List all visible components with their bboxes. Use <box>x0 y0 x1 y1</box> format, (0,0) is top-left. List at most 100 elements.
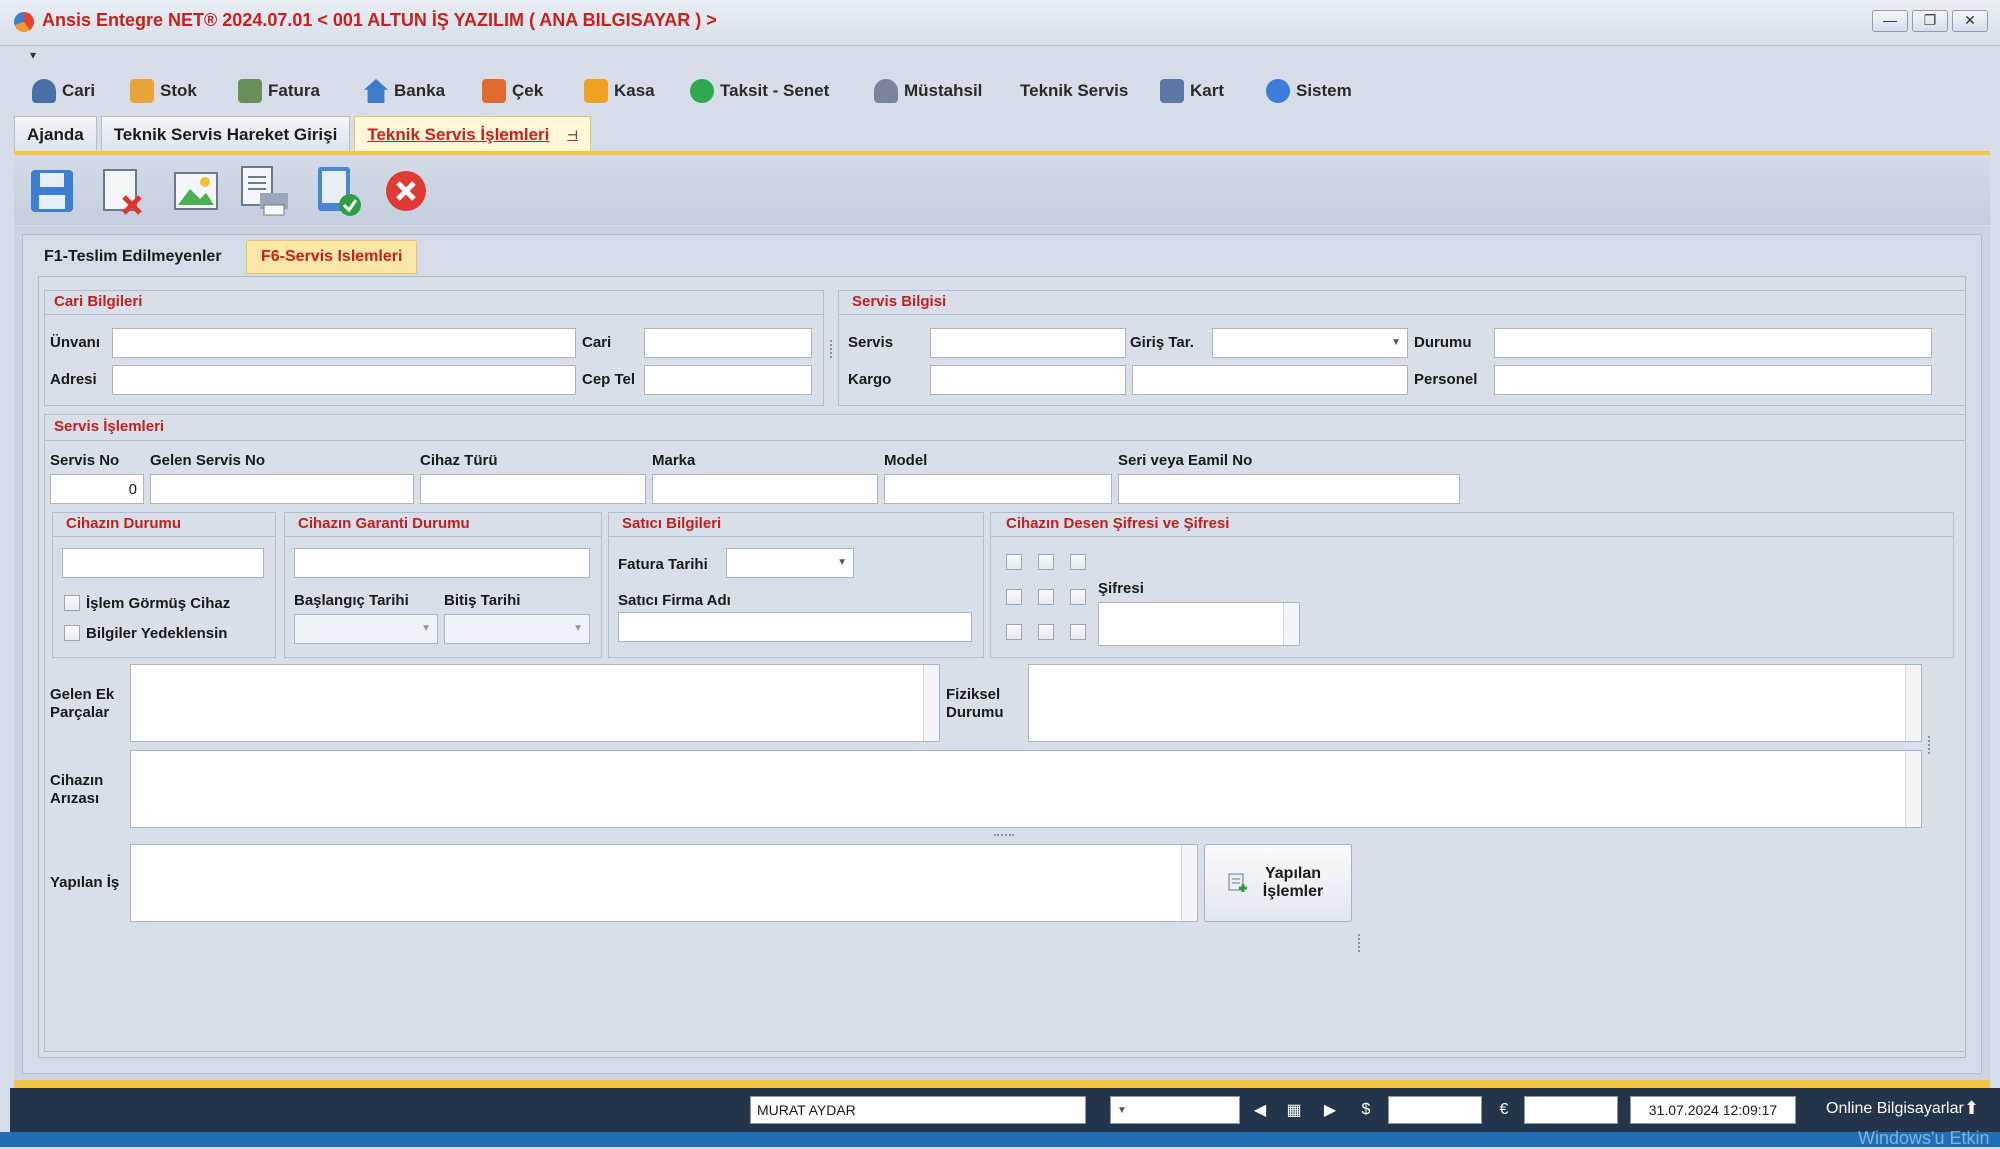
pattern-dot-4[interactable] <box>1006 589 1022 605</box>
chevron-down-icon: ▼ <box>573 623 583 634</box>
menu-taksit-senet[interactable]: Taksit - Senet <box>690 76 829 106</box>
menu-fatura[interactable]: Fatura <box>238 76 320 106</box>
pattern-dot-1[interactable] <box>1006 554 1022 570</box>
prev-icon[interactable]: ◀ <box>1246 1096 1274 1124</box>
scrollbar[interactable] <box>1905 665 1921 741</box>
scrollbar[interactable] <box>1905 751 1921 827</box>
approve-button[interactable] <box>312 165 364 217</box>
cihaz-turu-field[interactable] <box>420 474 646 504</box>
menu-label: Sistem <box>1296 81 1352 100</box>
producer-icon <box>874 79 898 103</box>
sifre-field[interactable] <box>1098 602 1300 646</box>
menu-mustahsil[interactable]: Müstahsil <box>874 76 982 106</box>
next-icon[interactable]: ▶ <box>1316 1096 1344 1124</box>
fiziksel-durumu-label: Fiziksel Durumu <box>946 686 1004 721</box>
adres-field[interactable] <box>112 365 576 395</box>
scrollbar[interactable] <box>923 665 939 741</box>
servis-no-field[interactable]: 0 <box>50 474 144 504</box>
servis-field[interactable] <box>930 328 1126 358</box>
menu-label: Çek <box>512 81 544 100</box>
scrollbar[interactable] <box>1181 845 1197 921</box>
approve-icon <box>318 167 361 216</box>
fatura-tarihi-dropdown[interactable]: ▼ <box>726 548 854 578</box>
menu-stok[interactable]: Stok <box>130 76 197 106</box>
pattern-dot-8[interactable] <box>1038 624 1054 640</box>
euro-rate-field <box>1524 1096 1618 1124</box>
yedeklensin-checkbox[interactable] <box>64 625 80 641</box>
menu-kasa[interactable]: Kasa <box>584 76 655 106</box>
cep-tel-label: Cep Tel <box>582 371 636 388</box>
giris-tarihi-label: Giriş Tar. <box>1130 334 1194 351</box>
yapilan-islemler-button[interactable]: Yapılan İşlemler <box>1204 844 1352 922</box>
desen-title: Cihazın Desen Şifresi ve Şifresi <box>1006 515 1230 532</box>
cihaz-durumu-field[interactable] <box>62 548 264 578</box>
pattern-dot-5[interactable] <box>1038 589 1054 605</box>
personel-field[interactable] <box>1494 365 1932 395</box>
model-field[interactable] <box>884 474 1112 504</box>
document-tabs: Ajanda Teknik Servis Hareket Girişi Tekn… <box>14 116 591 152</box>
quick-access-dropdown[interactable]: ▾ <box>30 48 36 62</box>
kargo-label: Kargo <box>848 371 892 388</box>
tab-label: Teknik Servis İşlemleri <box>367 124 550 144</box>
gelen-servis-no-field[interactable] <box>150 474 414 504</box>
delete-button[interactable] <box>96 165 148 217</box>
splitter-handle[interactable] <box>1928 736 1932 754</box>
pattern-dot-3[interactable] <box>1070 554 1086 570</box>
pattern-dot-6[interactable] <box>1070 589 1086 605</box>
calendar-icon[interactable]: ▦ <box>1280 1096 1308 1124</box>
menu-cek[interactable]: Çek <box>482 76 543 106</box>
gelen-ek-parcalar-memo[interactable] <box>130 664 940 742</box>
baslangic-tarihi-dropdown[interactable]: ▼ <box>294 614 438 644</box>
restore-button[interactable]: ❐ <box>1912 10 1948 32</box>
unvan-field[interactable] <box>112 328 576 358</box>
menu-label: Kasa <box>614 81 655 100</box>
save-button[interactable] <box>26 165 78 217</box>
islem-gormus-checkbox[interactable] <box>64 595 80 611</box>
menu-kart[interactable]: Kart <box>1160 76 1224 106</box>
tab-teslim-edilmeyenler[interactable]: F1-Teslim Edilmeyenler <box>30 240 236 274</box>
kargo-detail-field[interactable] <box>1132 365 1408 395</box>
print-button[interactable] <box>238 165 290 217</box>
tab-teknik-servis-hareket-girisi[interactable]: Teknik Servis Hareket Girişi <box>100 116 351 152</box>
tab-ajanda[interactable]: Ajanda <box>14 116 97 152</box>
period-dropdown[interactable]: ▼ <box>1110 1096 1240 1124</box>
satici-firma-field[interactable] <box>618 612 972 642</box>
splitter-handle[interactable] <box>830 340 834 358</box>
pattern-dot-2[interactable] <box>1038 554 1054 570</box>
cancel-button[interactable] <box>380 165 432 217</box>
yapilan-is-memo[interactable] <box>130 844 1198 922</box>
arrow-up-icon[interactable]: ⬆ <box>1964 1098 1979 1119</box>
seri-no-field[interactable] <box>1118 474 1460 504</box>
tab-servis-islemleri[interactable]: F6-Servis Islemleri <box>246 240 418 274</box>
pattern-dot-7[interactable] <box>1006 624 1022 640</box>
menu-teknik-servis[interactable]: Teknik Servis <box>1020 76 1128 106</box>
kargo-field[interactable] <box>930 365 1126 395</box>
giris-tarihi-dropdown[interactable]: ▼ <box>1212 328 1408 358</box>
cancel-icon <box>386 171 426 211</box>
tab-teknik-servis-islemleri[interactable]: Teknik Servis İşlemleri ⊣ <box>354 116 591 152</box>
image-button[interactable] <box>170 165 222 217</box>
durum-field[interactable] <box>1494 328 1932 358</box>
cep-tel-field[interactable] <box>644 365 812 395</box>
marka-label: Marka <box>652 452 696 469</box>
taskbar-strip <box>0 1132 2000 1147</box>
menu-label: Teknik Servis <box>1020 81 1129 100</box>
fiziksel-durumu-memo[interactable] <box>1028 664 1922 742</box>
cari-field[interactable] <box>644 328 812 358</box>
menu-banka[interactable]: Banka <box>364 76 445 106</box>
splitter-handle[interactable] <box>1358 934 1362 952</box>
pin-icon[interactable]: ⊣ <box>567 128 577 142</box>
menu-cari[interactable]: Cari <box>32 76 95 106</box>
minimize-button[interactable]: — <box>1872 10 1908 32</box>
online-computers-label[interactable]: Online Bilgisayarlar <box>1826 1100 1964 1118</box>
menu-sistem[interactable]: Sistem <box>1266 76 1352 106</box>
marka-field[interactable] <box>652 474 878 504</box>
scrollbar[interactable] <box>1283 603 1299 645</box>
cihaz-arizasi-memo[interactable] <box>130 750 1922 828</box>
bitis-tarihi-dropdown[interactable]: ▼ <box>444 614 590 644</box>
splitter-handle[interactable] <box>994 834 1014 838</box>
pattern-dot-9[interactable] <box>1070 624 1086 640</box>
close-button[interactable]: ✕ <box>1952 10 1988 32</box>
euro-icon: € <box>1499 1101 1509 1118</box>
garanti-durumu-field[interactable] <box>294 548 590 578</box>
